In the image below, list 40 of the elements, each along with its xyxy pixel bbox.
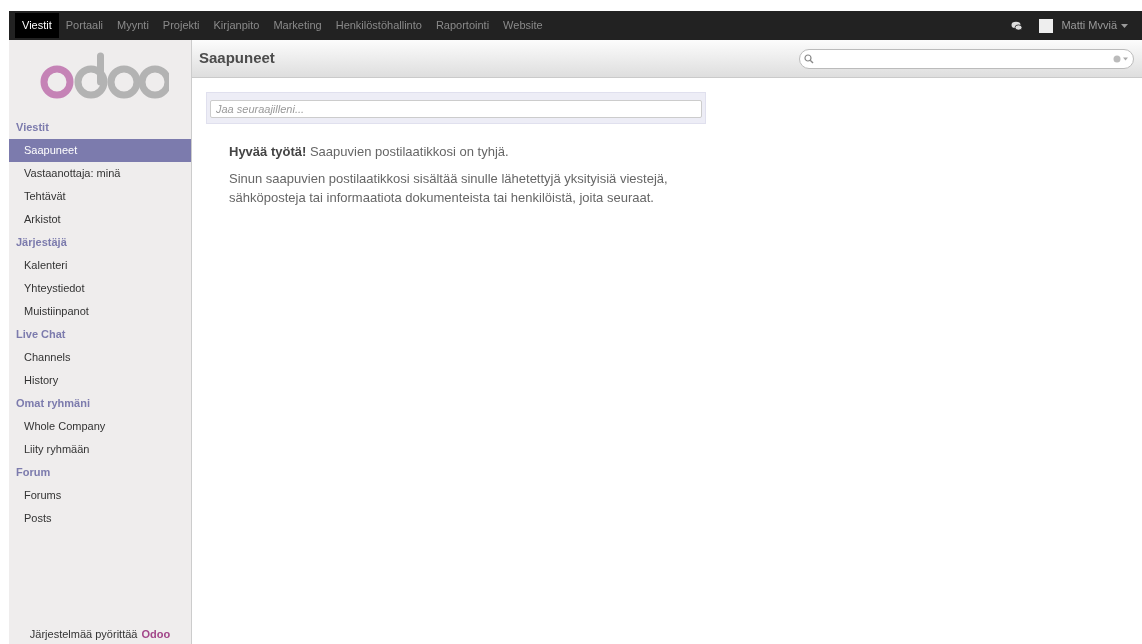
sidebar-section-title: Forum <box>15 465 52 481</box>
top-menu-item[interactable]: Website <box>496 13 550 38</box>
empty-inbox-help: Sinun saapuvien postilaatikkosi sisältää sinulle lähetettyjä yksityisiä viestejä, sähköposteja tai informaatiota dokumenteista tai henkilöistä, joita seuraat. <box>229 170 669 207</box>
user-avatar <box>1039 18 1054 33</box>
sidebar-item[interactable]: Vastaanottaja: minä <box>9 162 191 185</box>
sidebar-item[interactable]: Posts <box>9 507 191 530</box>
top-menu-item[interactable]: Raportointi <box>428 13 497 38</box>
sidebar-section-title: Omat ryhmäni <box>15 396 91 412</box>
share-input[interactable]: Jaa seuraajilleni... <box>210 100 702 118</box>
top-menu-item[interactable]: Henkilöstöhallinto <box>328 13 429 38</box>
sidebar-section-title: Viestit <box>15 120 50 136</box>
sidebar-item[interactable]: Forums <box>9 484 191 507</box>
sidebar-item[interactable]: Liity ryhmään <box>9 438 191 461</box>
sidebar-item[interactable]: Channels <box>9 346 191 369</box>
top-menu-item[interactable]: Myynti <box>110 13 156 38</box>
powered-by-text: Järjestelmää pyörittää <box>29 626 138 642</box>
page-title: Saapuneet <box>199 48 275 69</box>
user-menu[interactable]: Matti Mvviä <box>1061 17 1128 34</box>
top-menu-item[interactable]: Projekti <box>155 13 207 38</box>
top-menu-item[interactable]: Viestit <box>15 13 59 38</box>
sidebar-item[interactable]: Tehtävät <box>9 185 191 208</box>
clear-and-dropdown-icon[interactable] <box>1113 54 1129 63</box>
search-field[interactable] <box>799 48 1134 69</box>
sidebar-item[interactable]: History <box>9 369 191 392</box>
empty-inbox-message: Hyvää työtä! Saapuvien postilaatikkosi on tyhjä. <box>229 143 510 161</box>
odoo-link[interactable]: Odoo <box>141 625 171 642</box>
search-icon <box>804 53 814 64</box>
top-menu-item[interactable]: Kirjanpito <box>206 13 267 38</box>
sidebar-section-title: Live Chat <box>15 327 67 343</box>
sidebar-item[interactable]: Muistiinpanot <box>9 300 191 323</box>
sidebar-item[interactable]: Yhteystiedot <box>9 277 191 300</box>
top-menu-item[interactable]: Marketing <box>266 13 329 38</box>
chat-bubbles-icon[interactable] <box>1011 20 1024 31</box>
sidebar-item[interactable]: Kalenteri <box>9 254 191 277</box>
caret-icon <box>1121 23 1128 28</box>
sidebar-item[interactable]: Arkistot <box>9 208 191 231</box>
sidebar-item[interactable]: Whole Company <box>9 415 191 438</box>
top-menu-item[interactable]: Portaali <box>58 13 111 38</box>
sidebar-item[interactable]: Saapuneet <box>9 139 191 162</box>
sidebar-section-title: Järjestäjä <box>15 235 68 251</box>
